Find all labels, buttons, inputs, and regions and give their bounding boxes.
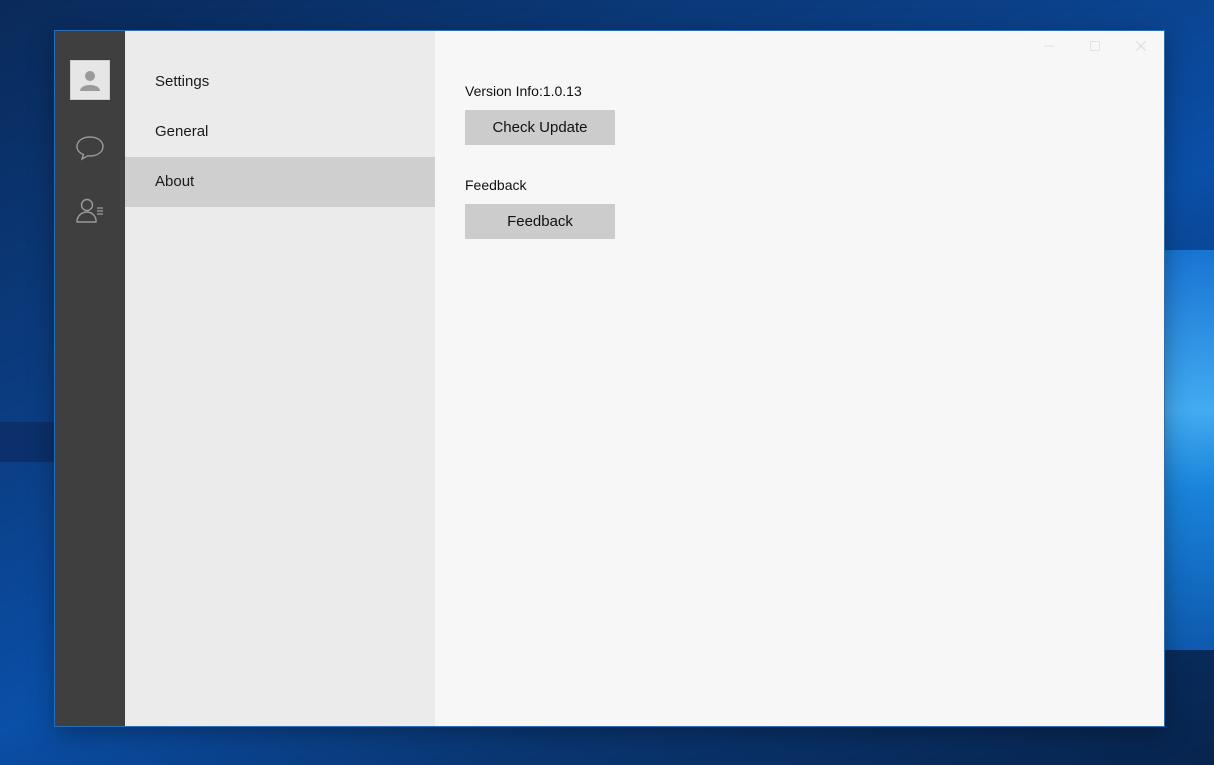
close-button[interactable]	[1118, 31, 1164, 61]
maximize-icon	[1090, 41, 1100, 51]
version-section: Version Info:1.0.13 Check Update	[465, 81, 1164, 145]
about-content: Version Info:1.0.13 Check Update Feedbac…	[435, 31, 1164, 726]
window-controls	[1026, 31, 1164, 61]
feedback-label: Feedback	[465, 177, 527, 193]
maximize-button[interactable]	[1072, 31, 1118, 61]
user-avatar-icon	[80, 71, 100, 91]
user-avatar[interactable]	[70, 60, 110, 100]
app-window: Settings General About Version Info:1.0.…	[55, 31, 1164, 726]
feedback-section: Feedback Feedback	[465, 175, 1164, 239]
contacts-nav-button[interactable]	[70, 190, 110, 230]
minimize-button[interactable]	[1026, 31, 1072, 61]
version-info-label: Version Info:1.0.13	[465, 83, 582, 99]
menu-item-settings[interactable]: Settings	[125, 57, 435, 107]
desktop-wallpaper-band	[0, 422, 56, 462]
close-icon	[1136, 41, 1146, 51]
chat-nav-button[interactable]	[70, 128, 110, 168]
settings-menu: Settings General About	[125, 31, 435, 726]
feedback-button[interactable]: Feedback	[465, 204, 615, 239]
chat-bubble-icon	[76, 136, 104, 161]
menu-item-about[interactable]: About	[125, 157, 435, 207]
contacts-icon	[76, 198, 103, 223]
check-update-button[interactable]: Check Update	[465, 110, 615, 145]
menu-item-general[interactable]: General	[125, 107, 435, 157]
minimize-icon	[1044, 45, 1054, 47]
nav-rail	[55, 31, 125, 726]
